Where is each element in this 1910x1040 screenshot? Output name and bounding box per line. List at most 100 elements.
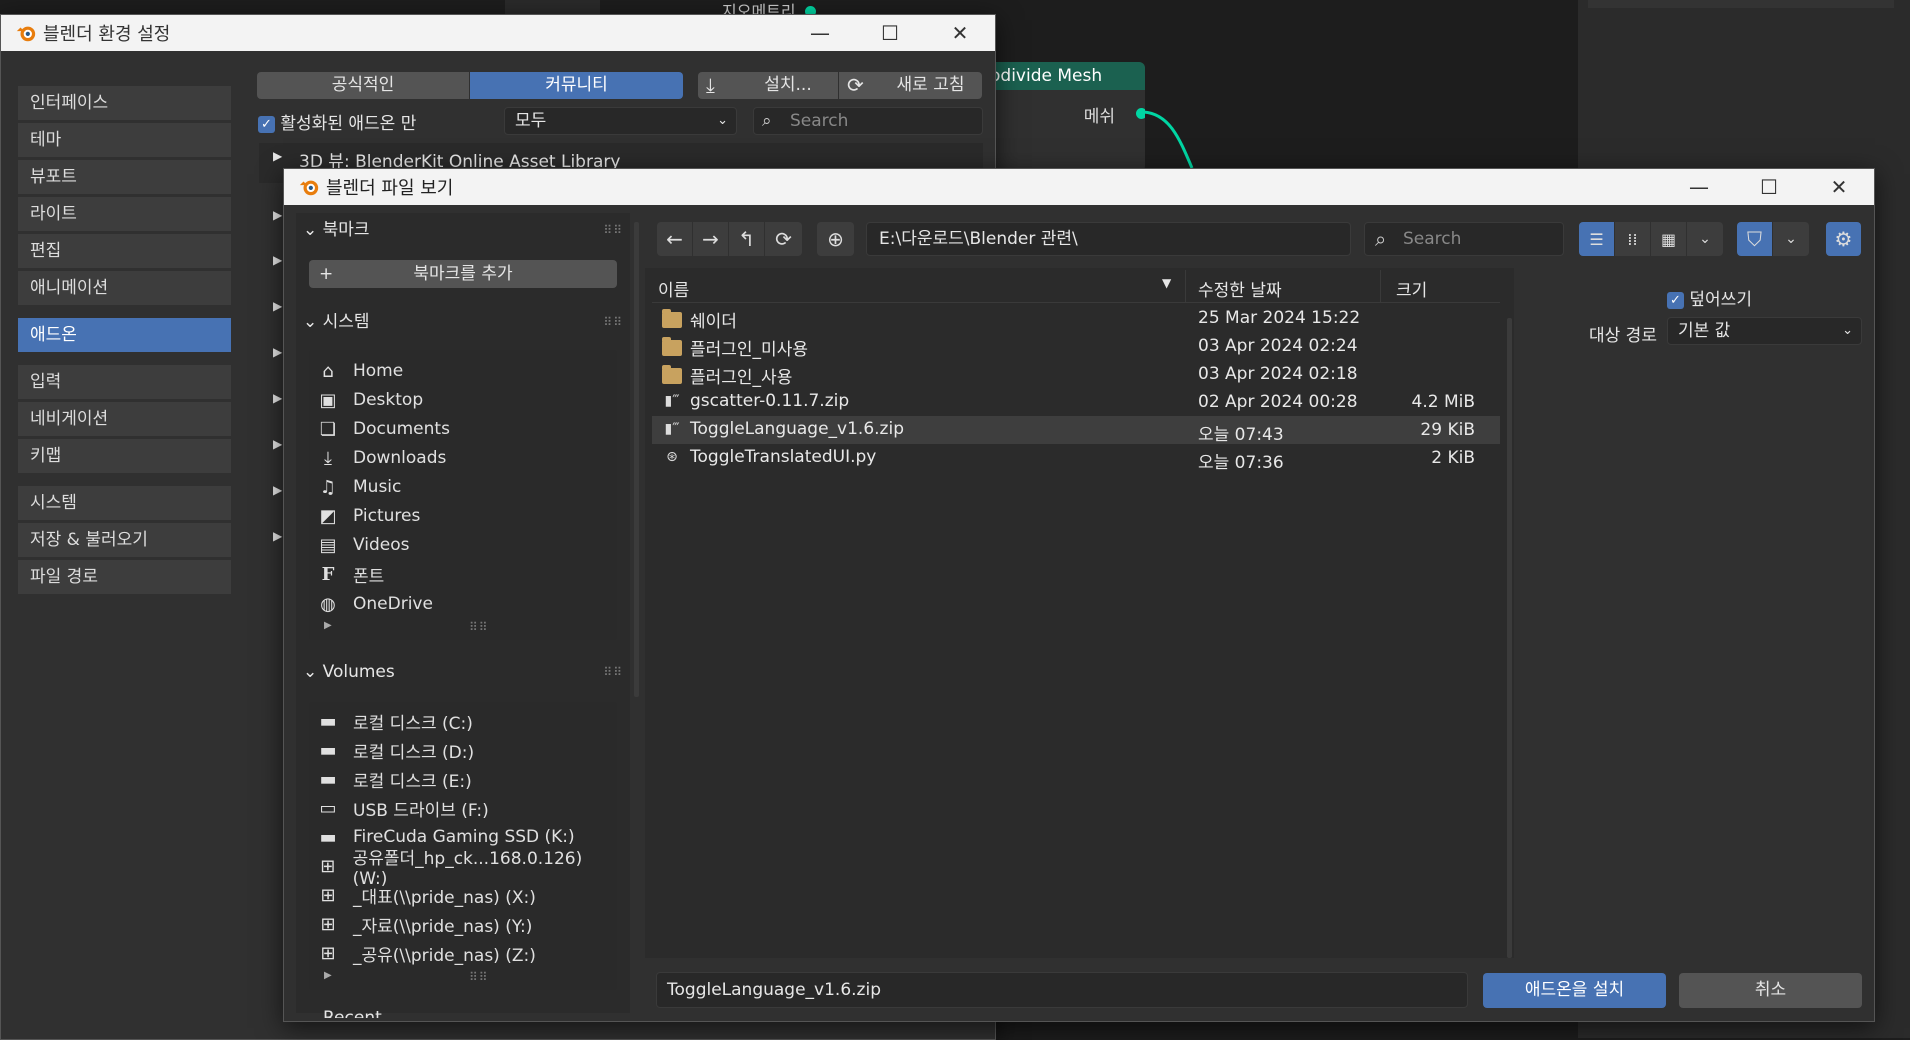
column-date[interactable]: 수정한 날짜 (1198, 276, 1282, 301)
arrow-right-icon: → (702, 227, 719, 251)
place-pictures[interactable]: ◩ Pictures (317, 502, 420, 530)
back-button[interactable]: ← (657, 222, 692, 256)
sidebar-scrollbar[interactable] (634, 222, 639, 697)
maximize-icon[interactable]: ☐ (1734, 169, 1804, 205)
drag-handle-icon[interactable]: ⠿⠿ (603, 216, 623, 244)
volume-item[interactable]: ⊞ _자료(\\pride_nas) (Y:) (317, 910, 532, 938)
file-row[interactable]: ⊛ ToggleTranslatedUI.py 오늘 07:36 2 KiB (652, 444, 1500, 473)
minimize-icon[interactable]: — (1664, 169, 1734, 205)
place-downloads[interactable]: ⤓ Downloads (317, 444, 446, 472)
maximize-icon[interactable]: ☐ (855, 15, 925, 51)
expand-arrow-icon[interactable]: ▶ (324, 970, 332, 981)
place-music[interactable]: ♫ Music (317, 473, 401, 501)
tab-official[interactable]: 공식적인 (257, 72, 469, 99)
volume-item[interactable]: ▬ 로컬 디스크 (D:) (317, 736, 474, 764)
filter-options-dropdown[interactable]: ⌄ (1773, 222, 1809, 256)
sidebar-item-addons[interactable]: 애드온 (18, 318, 231, 352)
parent-directory-button[interactable]: ↰ (729, 222, 764, 256)
sidebar-item-file-paths[interactable]: 파일 경로 (18, 560, 231, 594)
resize-handle-icon[interactable]: ⠿⠿ (469, 620, 489, 634)
display-options-dropdown[interactable]: ⌄ (1687, 222, 1723, 256)
category-select[interactable]: 모두 ⌄ (504, 107, 737, 135)
place-fonts[interactable]: F 폰트 (317, 560, 385, 588)
tab-community[interactable]: 커뮤니티 (470, 72, 683, 99)
sidebar-item-theme[interactable]: 테마 (18, 123, 231, 157)
bookmarks-header[interactable]: ⌄ 북마크 ⠿⠿ (303, 216, 623, 244)
place-videos[interactable]: ▤ Videos (317, 531, 409, 559)
column-name[interactable]: 이름 (658, 276, 689, 301)
place-onedrive[interactable]: ◍ OneDrive (317, 590, 433, 618)
place-label: 폰트 (353, 566, 385, 587)
expand-arrow-icon[interactable]: ▶ (324, 620, 332, 631)
expand-arrow-icon[interactable]: ▶ (273, 208, 282, 222)
place-desktop[interactable]: ▣ Desktop (317, 386, 423, 414)
sidebar-item-viewport[interactable]: 뷰포트 (18, 160, 231, 194)
file-row[interactable]: 쉐이더 25 Mar 2024 15:22 (652, 304, 1500, 332)
display-list-horizontal-button[interactable]: ⁞⁞ (1615, 222, 1650, 256)
new-folder-button[interactable]: ⊕ (817, 222, 854, 256)
sidebar-item-animation[interactable]: 애니메이션 (18, 271, 231, 305)
minimize-icon[interactable]: — (785, 15, 855, 51)
subdivide-node[interactable]: odivide Mesh 메쉬 (980, 62, 1145, 172)
forward-button[interactable]: → (693, 222, 728, 256)
file-list-scrollbar[interactable] (1507, 318, 1512, 958)
volume-item[interactable]: ⊞ 공유폴더_hp_ck...168.0.126) (W:) (317, 849, 617, 889)
file-row[interactable]: ▮‴ gscatter-0.11.7.zip 02 Apr 2024 00:28 4.… (652, 388, 1500, 416)
expand-arrow-icon[interactable]: ▶ (273, 437, 282, 451)
sidebar-item-system[interactable]: 시스템 (18, 486, 231, 520)
volumes-header[interactable]: ⌄ Volumes ⠿⠿ (303, 658, 623, 686)
refresh-button[interactable]: ⟳ 새로 고침 (839, 72, 982, 99)
place-documents[interactable]: ❏ Documents (317, 415, 450, 443)
resize-handle-icon[interactable]: ⠿⠿ (469, 970, 489, 984)
sidebar-item-keymap[interactable]: 키맵 (18, 439, 231, 473)
enabled-only-checkbox[interactable]: ✓ 활성화된 애드온 만 (258, 109, 416, 134)
install-addon-button[interactable]: 애드온을 설치 (1483, 973, 1666, 1008)
expand-arrow-icon[interactable]: ▶ (273, 529, 282, 543)
expand-arrow-icon[interactable]: ▶ (273, 253, 282, 267)
volume-item[interactable]: ▬ 로컬 디스크 (C:) (317, 707, 472, 735)
close-icon[interactable]: ✕ (1804, 169, 1874, 205)
volume-item[interactable]: ▭ USB 드라이브 (F:) (317, 794, 488, 822)
expand-arrow-icon[interactable]: ▶ (273, 391, 282, 405)
overwrite-checkbox[interactable]: ✓ 덮어쓰기 (1667, 285, 1752, 310)
sidebar-item-lights[interactable]: 라이트 (18, 197, 231, 231)
sidebar-item-input[interactable]: 입력 (18, 365, 231, 399)
display-thumbnails-button[interactable]: ▦ (1651, 222, 1686, 256)
file-date: 03 Apr 2024 02:18 (1198, 364, 1358, 384)
volume-item[interactable]: ⊞ _대표(\\pride_nas) (X:) (317, 881, 535, 909)
recent-header[interactable]: Recent (303, 1008, 623, 1018)
volume-item[interactable]: ▬ 로컬 디스크 (E:) (317, 765, 471, 793)
addon-search-input[interactable]: ⌕ Search (753, 107, 983, 135)
install-button[interactable]: ⤓ 설치... (698, 72, 838, 99)
close-icon[interactable]: ✕ (925, 15, 995, 51)
sidebar-item-navigation[interactable]: 네비게이션 (18, 402, 231, 436)
filename-input[interactable]: ToggleLanguage_v1.6.zip (656, 972, 1468, 1008)
display-list-vertical-button[interactable]: ☰ (1579, 222, 1614, 256)
drag-handle-icon[interactable]: ⠿⠿ (603, 308, 623, 336)
file-row-selected[interactable]: ▮‴ ToggleLanguage_v1.6.zip 오늘 07:43 29 KiB (652, 416, 1500, 445)
expand-arrow-icon[interactable]: ▶ (273, 483, 282, 497)
refresh-button[interactable]: ⟳ (765, 222, 802, 256)
file-date: 오늘 07:43 (1198, 425, 1284, 445)
sidebar-item-editing[interactable]: 편집 (18, 234, 231, 268)
file-row[interactable]: 플러그인_사용 03 Apr 2024 02:18 (652, 360, 1500, 388)
add-bookmark-button[interactable]: + 북마크를 추가 (309, 260, 617, 288)
expand-arrow-icon[interactable]: ▶ (273, 149, 282, 163)
place-home[interactable]: ⌂ Home (317, 357, 403, 385)
system-header[interactable]: ⌄ 시스템 ⠿⠿ (303, 308, 623, 336)
cancel-button[interactable]: 취소 (1679, 973, 1862, 1008)
sort-descending-icon[interactable]: ▼ (1162, 276, 1171, 290)
column-size[interactable]: 크기 (1396, 276, 1427, 301)
file-search-input[interactable]: ⌕ Search (1364, 222, 1564, 256)
target-path-select[interactable]: 기본 값 ⌄ (1667, 317, 1862, 345)
expand-arrow-icon[interactable]: ▶ (273, 345, 282, 359)
expand-arrow-icon[interactable]: ▶ (273, 299, 282, 313)
sidebar-item-save-load[interactable]: 저장 & 불러오기 (18, 523, 231, 557)
filter-toggle-button[interactable]: ⛉ (1737, 222, 1772, 256)
file-row[interactable]: 플러그인_미사용 03 Apr 2024 02:24 (652, 332, 1500, 360)
settings-toggle-button[interactable]: ⚙ (1826, 222, 1861, 256)
volume-item[interactable]: ⊞ _공유(\\pride_nas) (Z:) (317, 939, 535, 967)
path-input[interactable]: E:\다운로드\Blender 관련\ (866, 222, 1351, 256)
drag-handle-icon[interactable]: ⠿⠿ (603, 658, 623, 686)
sidebar-item-interface[interactable]: 인터페이스 (18, 86, 231, 120)
